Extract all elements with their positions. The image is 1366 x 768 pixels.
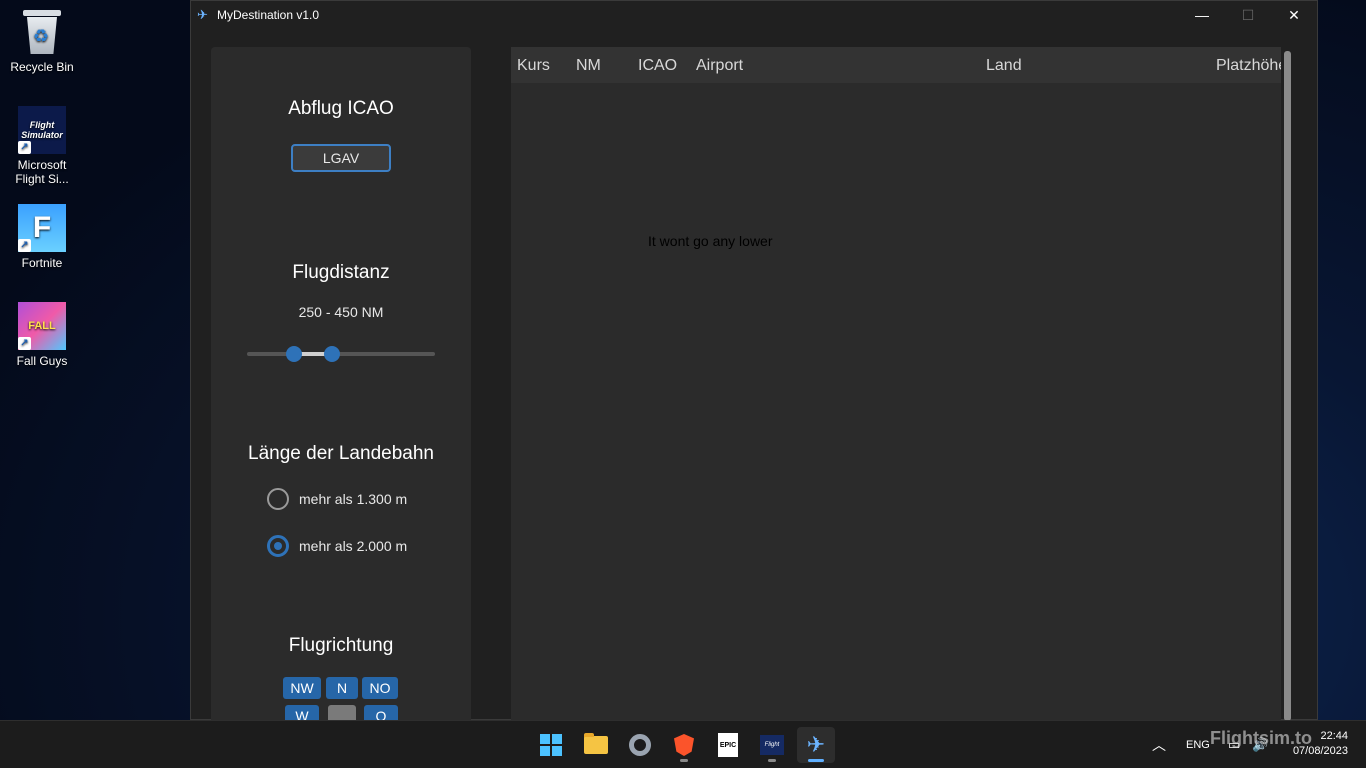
distance-slider-track[interactable] [247, 352, 435, 356]
desktop-icon-label: Microsoft Flight Si... [15, 158, 69, 186]
departure-title: Abflug ICAO [288, 98, 394, 119]
recycle-bin-icon: ♻ [18, 8, 66, 56]
flight-simulator-icon: Flight [760, 735, 784, 755]
epic-games-icon: EPIC [718, 733, 738, 757]
desktop-icon-fortnite[interactable]: F ↗ Fortnite [6, 204, 78, 270]
shortcut-arrow-icon: ↗ [18, 337, 31, 350]
taskbar-flight-simulator[interactable]: Flight [753, 727, 791, 763]
distance-value: 250 - 450 NM [298, 304, 384, 320]
taskbar: EPIC Flight ✈ ︿ ENG ▭ 🔊 22:44 07/08/2023 [0, 720, 1366, 768]
brave-icon [674, 734, 694, 756]
distance-slider-min-thumb[interactable] [286, 346, 302, 362]
taskbar-epic-games[interactable]: EPIC [709, 727, 747, 763]
vertical-scrollbar[interactable] [1284, 51, 1291, 721]
column-header-icao[interactable]: ICAO [638, 57, 677, 75]
airplane-icon: ✈ [806, 732, 826, 757]
direction-n-button[interactable]: N [326, 677, 358, 699]
filter-panel: Abflug ICAO LGAV Flugdistanz 250 - 450 N… [211, 47, 471, 727]
runway-option-2000[interactable]: mehr als 2.000 m [267, 535, 407, 557]
results-table: Kurs NM ICAO Airport Land Platzhöhe [511, 47, 1281, 721]
taskbar-file-explorer[interactable] [577, 727, 615, 763]
direction-title: Flugrichtung [288, 635, 394, 656]
distance-slider-max-thumb[interactable] [324, 346, 340, 362]
language-indicator[interactable]: ENG [1186, 721, 1210, 768]
tray-overflow-chevron-icon[interactable]: ︿ [1152, 721, 1166, 768]
desktop-icon-fall-guys[interactable]: FALL ↗ Fall Guys [6, 302, 78, 368]
table-header: Kurs NM ICAO Airport Land Platzhöhe [511, 47, 1281, 83]
radio-button[interactable] [267, 488, 289, 510]
radio-button[interactable] [267, 535, 289, 557]
flight-simulator-icon: Flight Simulator ↗ [18, 106, 66, 154]
fall-guys-icon: FALL ↗ [18, 302, 66, 350]
watermark: Flightsim.to [1210, 728, 1312, 748]
airplane-icon: ✈ [197, 7, 208, 22]
folder-icon [584, 733, 608, 754]
desktop-icon-label: Recycle Bin [10, 60, 74, 74]
app-window: ✈ MyDestination v1.0 — ☐ ✕ Abflug ICAO L… [190, 0, 1318, 727]
taskbar-settings[interactable] [621, 727, 659, 763]
column-header-platzhoehe[interactable]: Platzhöhe [1216, 57, 1281, 75]
taskbar-brave[interactable] [665, 727, 703, 763]
column-header-nm[interactable]: NM [576, 57, 601, 75]
minimize-button[interactable]: — [1179, 1, 1225, 29]
column-header-land[interactable]: Land [986, 57, 1022, 75]
title-bar[interactable]: ✈ MyDestination v1.0 — ☐ ✕ [191, 1, 1317, 29]
shortcut-arrow-icon: ↗ [18, 141, 31, 154]
desktop-icon-label: Fall Guys [16, 354, 68, 368]
distance-title: Flugdistanz [292, 262, 390, 283]
direction-no-button[interactable]: NO [362, 677, 398, 699]
start-button[interactable] [532, 727, 570, 763]
shortcut-arrow-icon: ↗ [18, 239, 31, 252]
column-header-airport[interactable]: Airport [696, 57, 743, 75]
gear-icon [629, 734, 651, 756]
runway-title: Länge der Landebahn [248, 443, 434, 464]
radio-label: mehr als 1.300 m [299, 491, 408, 507]
annotation-text: It wont go any lower [648, 233, 773, 249]
close-button[interactable]: ✕ [1271, 1, 1317, 29]
runway-option-1300[interactable]: mehr als 1.300 m [267, 488, 407, 510]
window-title: MyDestination v1.0 [217, 8, 320, 22]
maximize-button[interactable]: ☐ [1225, 1, 1271, 29]
desktop-icon-label: Fortnite [21, 256, 63, 270]
desktop-icon-flight-simulator[interactable]: Flight Simulator ↗ Microsoft Flight Si... [6, 106, 78, 186]
departure-icao-button[interactable]: LGAV [291, 144, 391, 172]
fortnite-icon: F ↗ [18, 204, 66, 252]
radio-label: mehr als 2.000 m [299, 538, 408, 554]
windows-icon [540, 734, 562, 756]
taskbar-mydestination[interactable]: ✈ [797, 727, 835, 763]
column-header-kurs[interactable]: Kurs [517, 57, 550, 75]
direction-nw-button[interactable]: NW [283, 677, 321, 699]
desktop-icon-recycle-bin[interactable]: ♻ Recycle Bin [6, 8, 78, 74]
